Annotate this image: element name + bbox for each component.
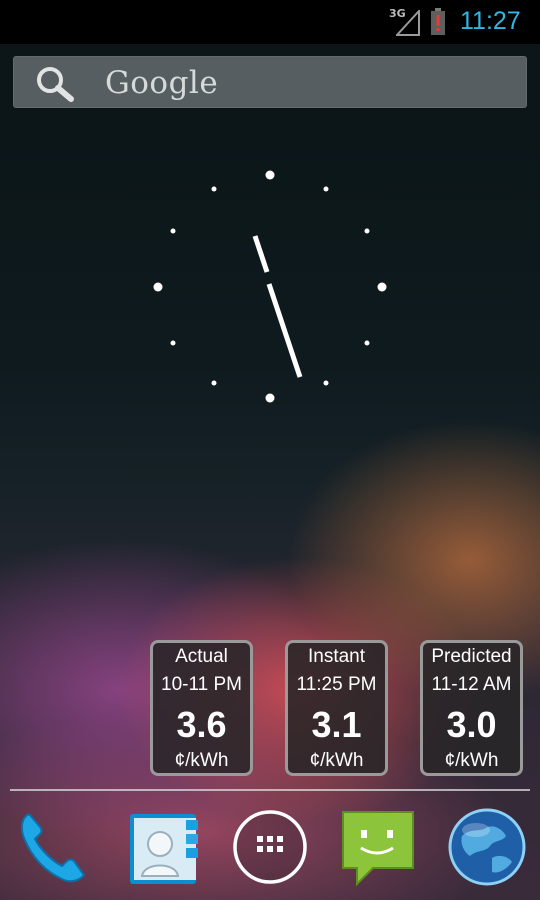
status-time: 11:27 [460,7,521,35]
dock-divider [10,789,530,791]
signal-icon [396,10,420,36]
widget-unit: ¢/kWh [309,750,364,771]
clock-minute-hand [266,283,303,378]
widget-title: Actual [175,646,228,667]
widget-time: 10-11 PM [161,674,242,695]
price-widget-instant[interactable]: Instant 11:25 PM 3.1 ¢/kWh [285,640,388,776]
phone-icon[interactable] [12,806,94,888]
app-drawer-icon[interactable] [229,806,311,888]
status-bar: 3G 11:27 [0,0,540,44]
search-label: Google [105,65,219,101]
messaging-icon[interactable] [337,806,419,888]
clock-hour-hand [252,235,270,273]
widget-title: Predicted [431,646,512,667]
battery-alert-icon [431,8,445,35]
widget-time: 11-12 AM [431,674,512,695]
widget-time: 11:25 PM [296,674,377,695]
browser-globe-icon[interactable] [446,806,528,888]
widget-price: 3.6 [176,704,227,745]
contacts-icon[interactable] [124,806,206,888]
widget-unit: ¢/kWh [444,750,499,771]
widget-price: 3.1 [311,704,362,745]
price-widget-actual[interactable]: Actual 10-11 PM 3.6 ¢/kWh [150,640,253,776]
analog-clock-widget[interactable] [140,160,400,420]
search-icon [37,67,74,102]
google-search-bar[interactable]: Google [13,56,527,108]
widget-unit: ¢/kWh [174,750,229,771]
widget-title: Instant [307,646,366,667]
price-widget-predicted[interactable]: Predicted 11-12 AM 3.0 ¢/kWh [420,640,523,776]
widget-price: 3.0 [446,704,497,745]
